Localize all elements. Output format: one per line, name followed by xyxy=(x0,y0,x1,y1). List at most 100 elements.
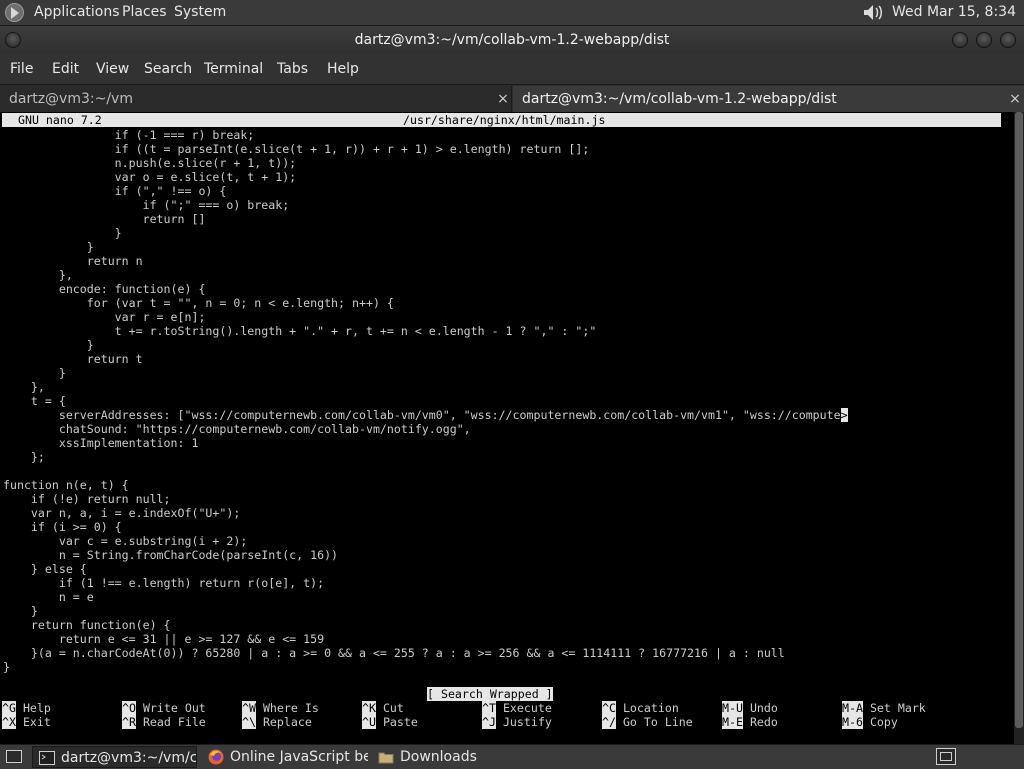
tab-home[interactable]: dartz@vm3:~/vm × xyxy=(0,86,512,113)
taskbar-item-terminal[interactable]: dartz@vm3:~/vm/c... xyxy=(32,746,197,768)
shortcut-write-out[interactable]: ^O Write Out xyxy=(122,701,206,715)
applications-menu[interactable]: Applications xyxy=(34,0,120,25)
menu-terminal[interactable]: Terminal xyxy=(204,54,263,84)
nano-filename: /usr/share/nginx/html/main.js xyxy=(403,113,606,127)
tab-bar: dartz@vm3:~/vm × dartz@vm3:~/vm/collab-v… xyxy=(0,84,1024,113)
shortcut-read-file[interactable]: ^R Read File xyxy=(122,715,206,729)
speaker-icon[interactable] xyxy=(862,3,884,22)
terminal-scrollbar[interactable] xyxy=(1014,112,1024,744)
code-line: var r = e[n]; xyxy=(3,310,206,324)
close-icon[interactable]: × xyxy=(1008,86,1022,113)
code-line: xssImplementation: 1 xyxy=(3,436,199,450)
code-line: } xyxy=(3,366,66,380)
menu-view[interactable]: View xyxy=(96,54,129,84)
distro-logo-icon[interactable] xyxy=(5,3,24,22)
terminal-area[interactable]: GNU nano 7.2 /usr/share/nginx/html/main.… xyxy=(0,112,1024,744)
code-line: } xyxy=(3,338,94,352)
shortcut-exit[interactable]: ^X Exit xyxy=(2,715,51,729)
code-line: n.push(e.slice(r + 1, t)); xyxy=(3,156,297,170)
code-line: if (1 !== e.length) return r(o[e], t); xyxy=(3,576,325,590)
shortcut-location[interactable]: ^C Location xyxy=(602,701,679,715)
taskbar-label: Online JavaScript be... xyxy=(230,749,368,765)
code-line: if (i >= 0) { xyxy=(3,520,122,534)
shortcut-paste[interactable]: ^U Paste xyxy=(362,715,418,729)
workspace-switcher-icon[interactable] xyxy=(936,748,956,765)
minimize-button[interactable] xyxy=(952,32,968,48)
shortcut-redo[interactable]: M-E Redo xyxy=(722,715,778,729)
code-line: for (var t = "", n = 0; n < e.length; n+… xyxy=(3,296,394,310)
code-line: var n, a, i = e.indexOf("U+"); xyxy=(3,506,241,520)
code-line: t += r.toString().length + "." + r, t +=… xyxy=(3,324,597,338)
code-line: } xyxy=(3,604,38,618)
line-truncation-marker: > xyxy=(840,408,848,422)
taskbar-label: dartz@vm3:~/vm/c... xyxy=(61,750,197,766)
shortcut-where-is[interactable]: ^W Where Is xyxy=(242,701,319,715)
code-line: return e <= 31 || e >= 127 && e <= 159 xyxy=(3,632,325,646)
taskbar-item-downloads[interactable]: Downloads xyxy=(372,746,532,768)
tab-dist[interactable]: dartz@vm3:~/vm/collab-vm-1.2-webapp/dist… xyxy=(513,86,1024,113)
menubar: File Edit View Search Terminal Tabs Help xyxy=(0,54,1024,84)
tab-label: dartz@vm3:~/vm xyxy=(9,91,133,107)
clock[interactable]: Wed Mar 15, 8:34 PM xyxy=(892,0,1024,45)
bottom-panel: dartz@vm3:~/vm/c... Online JavaScript be… xyxy=(0,744,1024,769)
code-line: } xyxy=(3,240,94,254)
system-menu[interactable]: System xyxy=(174,0,226,25)
code-line: }, xyxy=(3,268,73,282)
code-line: } else { xyxy=(3,562,87,576)
scrollbar-thumb[interactable] xyxy=(1015,112,1023,728)
code-line: function n(e, t) { xyxy=(3,478,129,492)
code-line: } xyxy=(3,660,10,674)
shortcut-set-mark[interactable]: M-A Set Mark xyxy=(842,701,926,715)
code-line: } xyxy=(3,226,122,240)
menu-file[interactable]: File xyxy=(10,54,33,84)
shortcut-justify[interactable]: ^J Justify xyxy=(482,715,552,729)
code-line: var o = e.slice(t, t + 1); xyxy=(3,170,297,184)
terminal-icon xyxy=(39,751,55,765)
window-title: dartz@vm3:~/vm/collab-vm-1.2-webapp/dist xyxy=(354,32,670,48)
code-line: n = String.fromCharCode(parseInt(c, 16)) xyxy=(3,548,339,562)
code-line: serverAddresses: ["wss://computernewb.co… xyxy=(3,408,848,422)
shortcut-replace[interactable]: ^\ Replace xyxy=(242,715,312,729)
code-line: return n xyxy=(3,254,143,268)
code-line: return t xyxy=(3,352,143,366)
menu-edit[interactable]: Edit xyxy=(52,54,79,84)
places-menu[interactable]: Places xyxy=(122,0,167,25)
shortcut-help[interactable]: ^G Help xyxy=(2,701,51,715)
close-window-button[interactable] xyxy=(1000,32,1016,48)
nano-title-bar: GNU nano 7.2 /usr/share/nginx/html/main.… xyxy=(2,113,1001,127)
code-line: if (";" === o) break; xyxy=(3,198,290,212)
window-titlebar[interactable]: dartz@vm3:~/vm/collab-vm-1.2-webapp/dist xyxy=(0,26,1024,54)
tab-label: dartz@vm3:~/vm/collab-vm-1.2-webapp/dist xyxy=(522,91,837,107)
menu-search[interactable]: Search xyxy=(144,54,192,84)
nano-version: GNU nano 7.2 xyxy=(18,113,102,127)
firefox-icon xyxy=(208,749,224,765)
show-desktop-icon[interactable] xyxy=(6,750,22,763)
code-line: }; xyxy=(3,450,45,464)
code-line: encode: function(e) { xyxy=(3,282,206,296)
code-line: if ("," !== o) { xyxy=(3,184,227,198)
top-panel: Applications Places System Wed Mar 15, 8… xyxy=(0,0,1024,45)
menu-tabs[interactable]: Tabs xyxy=(277,54,308,84)
maximize-button[interactable] xyxy=(976,32,992,48)
code-line: if ((t = parseInt(e.slice(t + 1, r)) + r… xyxy=(3,142,590,156)
code-line: t = { xyxy=(3,394,66,408)
code-line: n = e xyxy=(3,590,94,604)
shortcut-undo[interactable]: M-U Undo xyxy=(722,701,778,715)
code-line: return function(e) { xyxy=(3,618,171,632)
code-line: if (-1 === r) break; xyxy=(3,128,255,142)
shortcut-execute[interactable]: ^T Execute xyxy=(482,701,552,715)
menu-help[interactable]: Help xyxy=(327,54,359,84)
close-icon[interactable]: × xyxy=(496,86,510,113)
code-editor[interactable]: if (-1 === r) break; if ((t = parseInt(e… xyxy=(3,128,1001,674)
code-line: }, xyxy=(3,380,45,394)
shortcut-copy[interactable]: M-6 Copy xyxy=(842,715,898,729)
code-line: if (!e) return null; xyxy=(3,492,171,506)
folder-icon xyxy=(378,752,394,764)
taskbar-label: Downloads xyxy=(400,749,477,765)
code-line: chatSound: "https://computernewb.com/col… xyxy=(3,422,471,436)
code-line: return [] xyxy=(3,212,206,226)
taskbar-item-firefox[interactable]: Online JavaScript be... xyxy=(202,746,368,768)
shortcut-cut[interactable]: ^K Cut xyxy=(362,701,404,715)
shortcut-go-to-line[interactable]: ^/ Go To Line xyxy=(602,715,693,729)
